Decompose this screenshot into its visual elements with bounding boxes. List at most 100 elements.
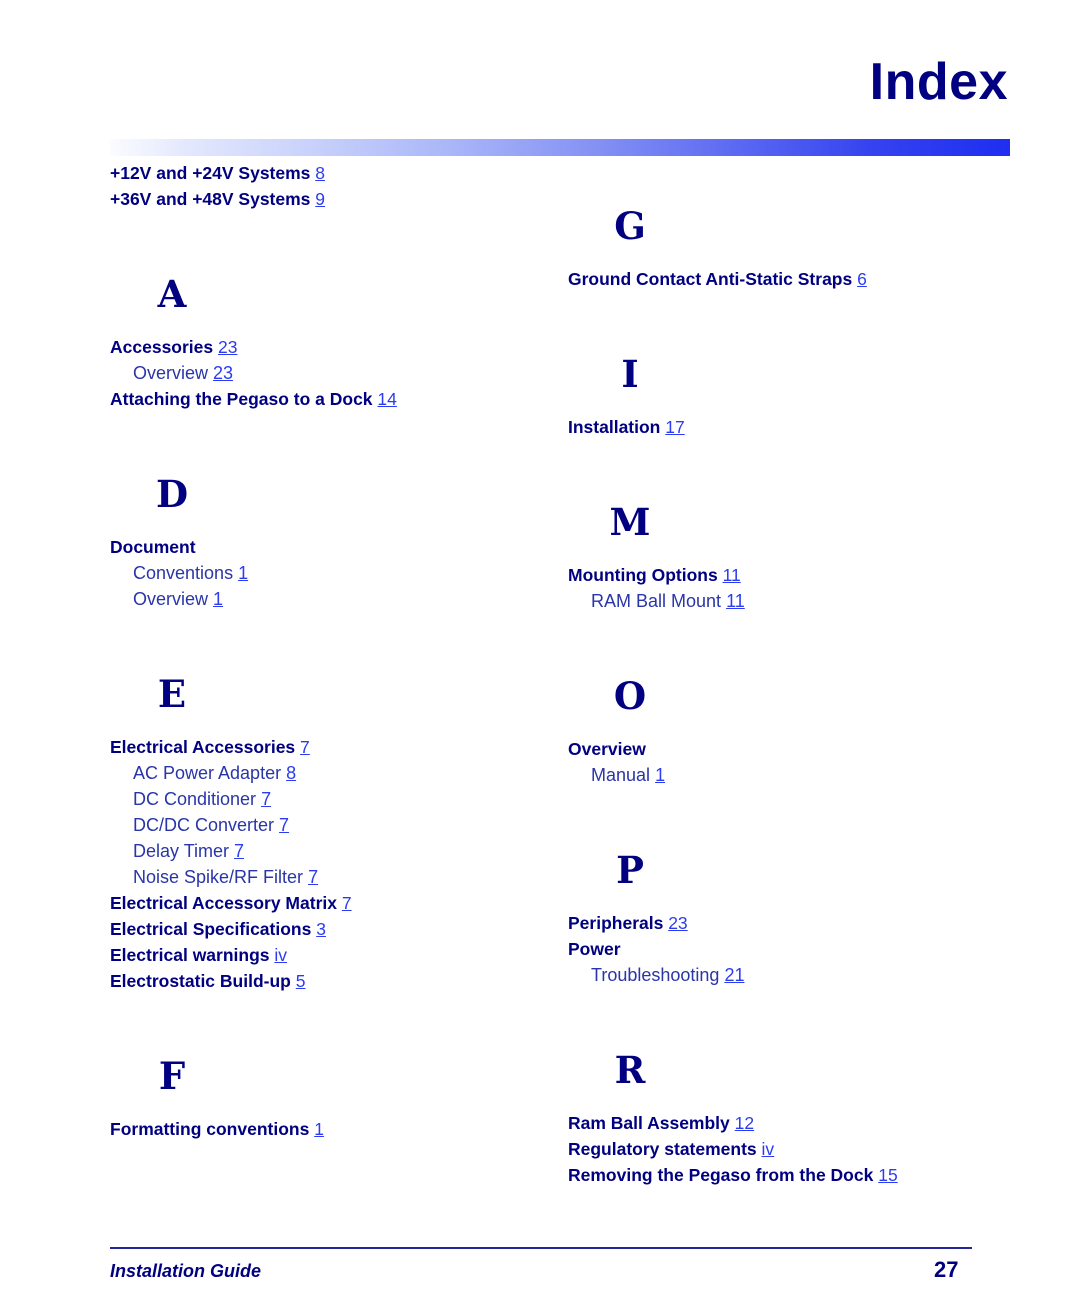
index-entry[interactable]: Peripherals 23 <box>568 910 998 936</box>
section-letter-spacer <box>110 513 540 534</box>
index-section-p: P Peripherals 23 Power Troubleshooting 21 <box>568 852 998 988</box>
index-entry[interactable]: Power <box>568 936 998 962</box>
section-letter-spacer <box>110 713 540 734</box>
index-page-number[interactable]: 23 <box>218 337 237 357</box>
index-subentry[interactable]: Conventions 1 <box>110 560 540 586</box>
page-footer: Installation Guide 27 <box>0 1219 1080 1311</box>
index-subentry[interactable]: Delay Timer 7 <box>110 838 540 864</box>
index-entry[interactable]: Ram Ball Assembly 12 <box>568 1110 998 1136</box>
footer-divider <box>110 1247 972 1249</box>
index-entry-label: Removing the Pegaso from the Dock <box>568 1165 874 1185</box>
section-letter-spacer <box>568 245 998 266</box>
index-entry-label: Installation <box>568 417 661 437</box>
section-letter-f: F <box>158 1054 186 1098</box>
index-subentry[interactable]: DC Conditioner 7 <box>110 786 540 812</box>
index-entry[interactable]: Electrical Accessory Matrix 7 <box>110 890 540 916</box>
index-subentry[interactable]: Troubleshooting 21 <box>568 962 998 988</box>
index-page-number[interactable]: 8 <box>315 163 325 183</box>
index-page-number[interactable]: 11 <box>723 565 741 585</box>
page-title: Index <box>869 53 1008 111</box>
index-body: +12V and +24V Systems 8 +36V and +48V Sys… <box>0 160 1080 1220</box>
page-header: Index <box>0 0 1080 160</box>
section-letter-spacer <box>568 715 998 736</box>
index-page-number[interactable]: 7 <box>279 815 289 835</box>
index-entry-label: Ram Ball Assembly <box>568 1113 730 1133</box>
index-page-number[interactable]: 15 <box>878 1165 897 1185</box>
index-entry-label: Formatting conventions <box>110 1119 310 1139</box>
section-letter-m: M <box>609 500 651 544</box>
index-page-number[interactable]: 7 <box>342 893 352 913</box>
index-entry[interactable]: +36V and +48V Systems 9 <box>110 186 540 212</box>
index-entry-label: Delay Timer <box>133 841 230 861</box>
index-page-number[interactable]: 7 <box>234 841 244 861</box>
index-page-number[interactable]: 21 <box>724 965 744 985</box>
index-page-number[interactable]: 1 <box>655 765 665 785</box>
index-section-o: O Overview Manual 1 <box>568 678 998 788</box>
index-section-e: E Electrical Accessories 7 AC Power Adapte… <box>110 676 540 994</box>
index-page-number[interactable]: 1 <box>314 1119 324 1139</box>
index-page-number[interactable]: 3 <box>316 919 326 939</box>
index-page-number[interactable]: iv <box>274 945 287 965</box>
index-section-g: G Ground Contact Anti-Static Straps 6 <box>568 208 998 292</box>
index-subentry[interactable]: Noise Spike/RF Filter 7 <box>110 864 540 890</box>
section-letter-d: D <box>155 472 189 516</box>
index-page-number[interactable]: 14 <box>377 389 396 409</box>
index-page-number[interactable]: 23 <box>213 363 233 383</box>
index-entry-label: Noise Spike/RF Filter <box>133 867 304 887</box>
footer-guide-label: Installation Guide <box>110 1261 262 1281</box>
index-entry[interactable]: Electrical warnings iv <box>110 942 540 968</box>
index-entry[interactable]: +12V and +24V Systems 8 <box>110 160 540 186</box>
index-page-number[interactable]: 1 <box>213 589 223 609</box>
section-letter-spacer <box>568 541 998 562</box>
section-letter-spacer <box>110 1095 540 1116</box>
index-subentry[interactable]: Manual 1 <box>568 762 998 788</box>
index-page-number[interactable]: 6 <box>857 269 867 289</box>
index-entry-label: Peripherals <box>568 913 664 933</box>
index-entry-label: Electrical Accessory Matrix <box>110 893 337 913</box>
index-page-number[interactable]: iv <box>762 1139 775 1159</box>
section-letter-spacer <box>110 313 540 334</box>
index-page-number[interactable]: 12 <box>735 1113 754 1133</box>
index-preamble-group: +12V and +24V Systems 8 +36V and +48V Sys… <box>110 160 540 212</box>
index-entry[interactable]: Attaching the Pegaso to a Dock 14 <box>110 386 540 412</box>
index-subentry[interactable]: Overview 23 <box>110 360 540 386</box>
index-entry[interactable]: Formatting conventions 1 <box>110 1116 540 1142</box>
index-page-number[interactable]: 11 <box>726 591 745 611</box>
index-entry[interactable]: Installation 17 <box>568 414 998 440</box>
header-gradient-rule <box>110 139 1010 156</box>
index-section-m: M Mounting Options 11 RAM Ball Mount 11 <box>568 504 998 614</box>
index-entry[interactable]: Overview <box>568 736 998 762</box>
index-subentry[interactable]: DC/DC Converter 7 <box>110 812 540 838</box>
index-page-number[interactable]: 8 <box>286 763 296 783</box>
index-entry[interactable]: Mounting Options 11 <box>568 562 998 588</box>
index-entry[interactable]: Regulatory statements iv <box>568 1136 998 1162</box>
index-page-number[interactable]: 7 <box>261 789 271 809</box>
index-page-number[interactable]: 9 <box>315 189 325 209</box>
index-entry-label: Power <box>568 939 621 959</box>
index-entry-label: RAM Ball Mount <box>591 591 722 611</box>
index-section-a: A Accessories 23 Overview 23 Attaching the … <box>110 276 540 412</box>
index-entry[interactable]: Electrical Specifications 3 <box>110 916 540 942</box>
index-entry[interactable]: Ground Contact Anti-Static Straps 6 <box>568 266 998 292</box>
index-page-number[interactable]: 7 <box>308 867 318 887</box>
index-subentry[interactable]: AC Power Adapter 8 <box>110 760 540 786</box>
index-entry-label: DC/DC Converter <box>133 815 275 835</box>
index-entry[interactable]: Removing the Pegaso from the Dock 15 <box>568 1162 998 1188</box>
index-entry[interactable]: Document <box>110 534 540 560</box>
section-letter-spacer <box>568 889 998 910</box>
index-subentry[interactable]: RAM Ball Mount 11 <box>568 588 998 614</box>
index-entry[interactable]: Electrical Accessories 7 <box>110 734 540 760</box>
index-entry-label: Overview <box>133 363 209 383</box>
index-subentry[interactable]: Overview 1 <box>110 586 540 612</box>
index-page-number[interactable]: 5 <box>296 971 306 991</box>
index-page-number[interactable]: 1 <box>238 563 248 583</box>
index-entry[interactable]: Accessories 23 <box>110 334 540 360</box>
index-entry-label: Troubleshooting <box>591 965 720 985</box>
index-entry-label: +36V and +48V Systems <box>110 189 311 209</box>
index-entry-label: Ground Contact Anti-Static Straps <box>568 269 853 289</box>
index-page-number[interactable]: 17 <box>665 417 684 437</box>
index-page-number[interactable]: 7 <box>300 737 310 757</box>
index-page-number[interactable]: 23 <box>668 913 687 933</box>
section-letter-spacer <box>568 393 998 414</box>
index-entry[interactable]: Electrostatic Build-up 5 <box>110 968 540 994</box>
